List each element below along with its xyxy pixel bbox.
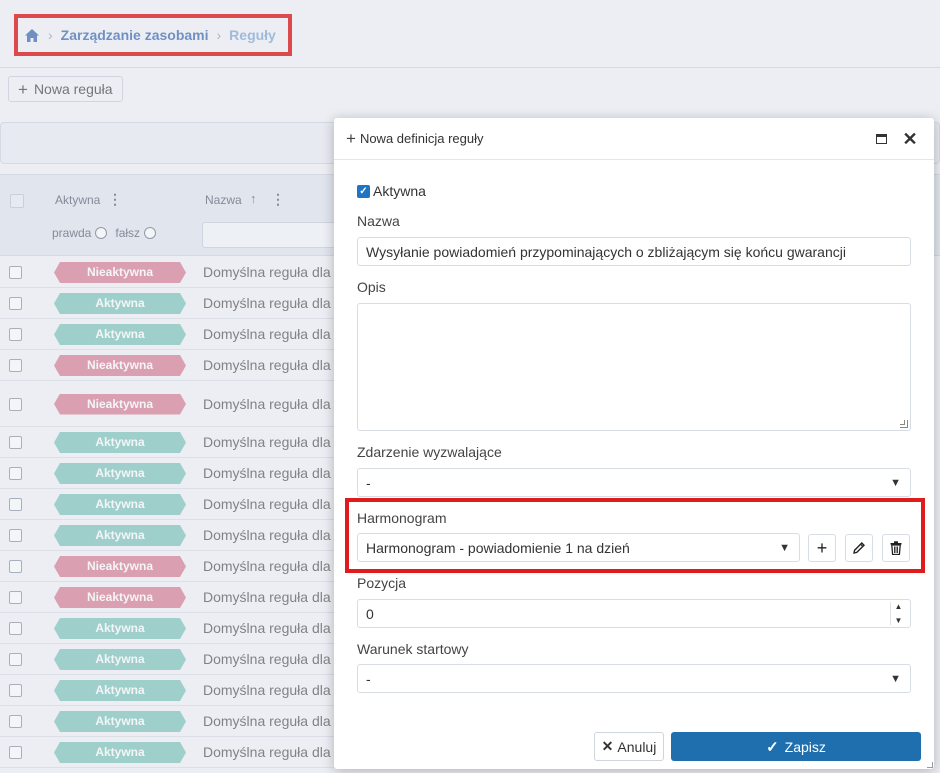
start-condition-select[interactable]: - ▼ [357,664,911,693]
active-checkbox[interactable]: ✓ [357,184,370,198]
trigger-select[interactable]: - ▼ [357,468,911,497]
description-label: Opis [357,279,386,295]
close-icon[interactable]: ✕ [901,129,919,149]
resize-grip-icon[interactable] [900,420,908,428]
pencil-icon [853,542,865,554]
name-input[interactable]: Wysyłanie powiadomień przypominających o… [357,237,911,266]
add-schedule-button[interactable]: + [808,534,836,562]
trigger-label: Zdarzenie wyzwalające [357,444,502,460]
schedule-select[interactable]: Harmonogram - powiadomienie 1 na dzień ▼ [357,533,800,562]
cancel-label: Anuluj [617,738,657,755]
active-checkbox-row[interactable]: ✓ Aktywna [357,183,426,199]
trash-icon [890,541,902,555]
position-value: 0 [366,605,374,622]
name-input-value: Wysyłanie powiadomień przypominających o… [366,243,846,260]
position-label: Pozycja [357,575,407,591]
delete-schedule-button[interactable] [882,534,910,562]
start-condition-value: - [366,670,371,687]
check-icon: ✓ [766,738,779,756]
active-checkbox-label: Aktywna [373,183,426,199]
schedule-select-value: Harmonogram - powiadomienie 1 na dzień [366,539,630,556]
plus-icon: + [346,129,356,148]
number-spinner[interactable]: ▲ ▼ [890,602,904,625]
name-label: Nazwa [357,213,400,229]
maximize-icon [875,134,887,144]
close-icon: ✕ [601,738,614,754]
caret-down-icon: ▼ [890,476,901,489]
edit-schedule-button[interactable] [845,534,873,562]
plus-icon: + [816,537,828,558]
schedule-label: Harmonogram [357,510,447,526]
maximize-button[interactable] [872,130,890,148]
dialog-header: + Nowa definicja reguły ✕ [334,118,934,160]
dialog-title: Nowa definicja reguły [359,131,484,146]
dialog-resize-icon[interactable] [927,762,933,768]
dialog-footer: ✕ Anuluj ✓ Zapisz [334,728,934,761]
save-button[interactable]: ✓ Zapisz [671,732,921,761]
description-textarea[interactable] [357,303,911,431]
cancel-button[interactable]: ✕ Anuluj [594,732,664,761]
spin-up-icon[interactable]: ▲ [895,602,903,611]
trigger-select-value: - [366,474,371,491]
position-input[interactable]: 0 ▲ ▼ [357,599,911,628]
caret-down-icon: ▼ [779,541,790,554]
spin-down-icon[interactable]: ▼ [895,616,903,625]
caret-down-icon: ▼ [890,672,901,685]
new-rule-dialog: + Nowa definicja reguły ✕ ✓ Aktywna Nazw… [334,118,934,769]
save-label: Zapisz [784,738,826,755]
start-condition-label: Warunek startowy [357,641,469,657]
